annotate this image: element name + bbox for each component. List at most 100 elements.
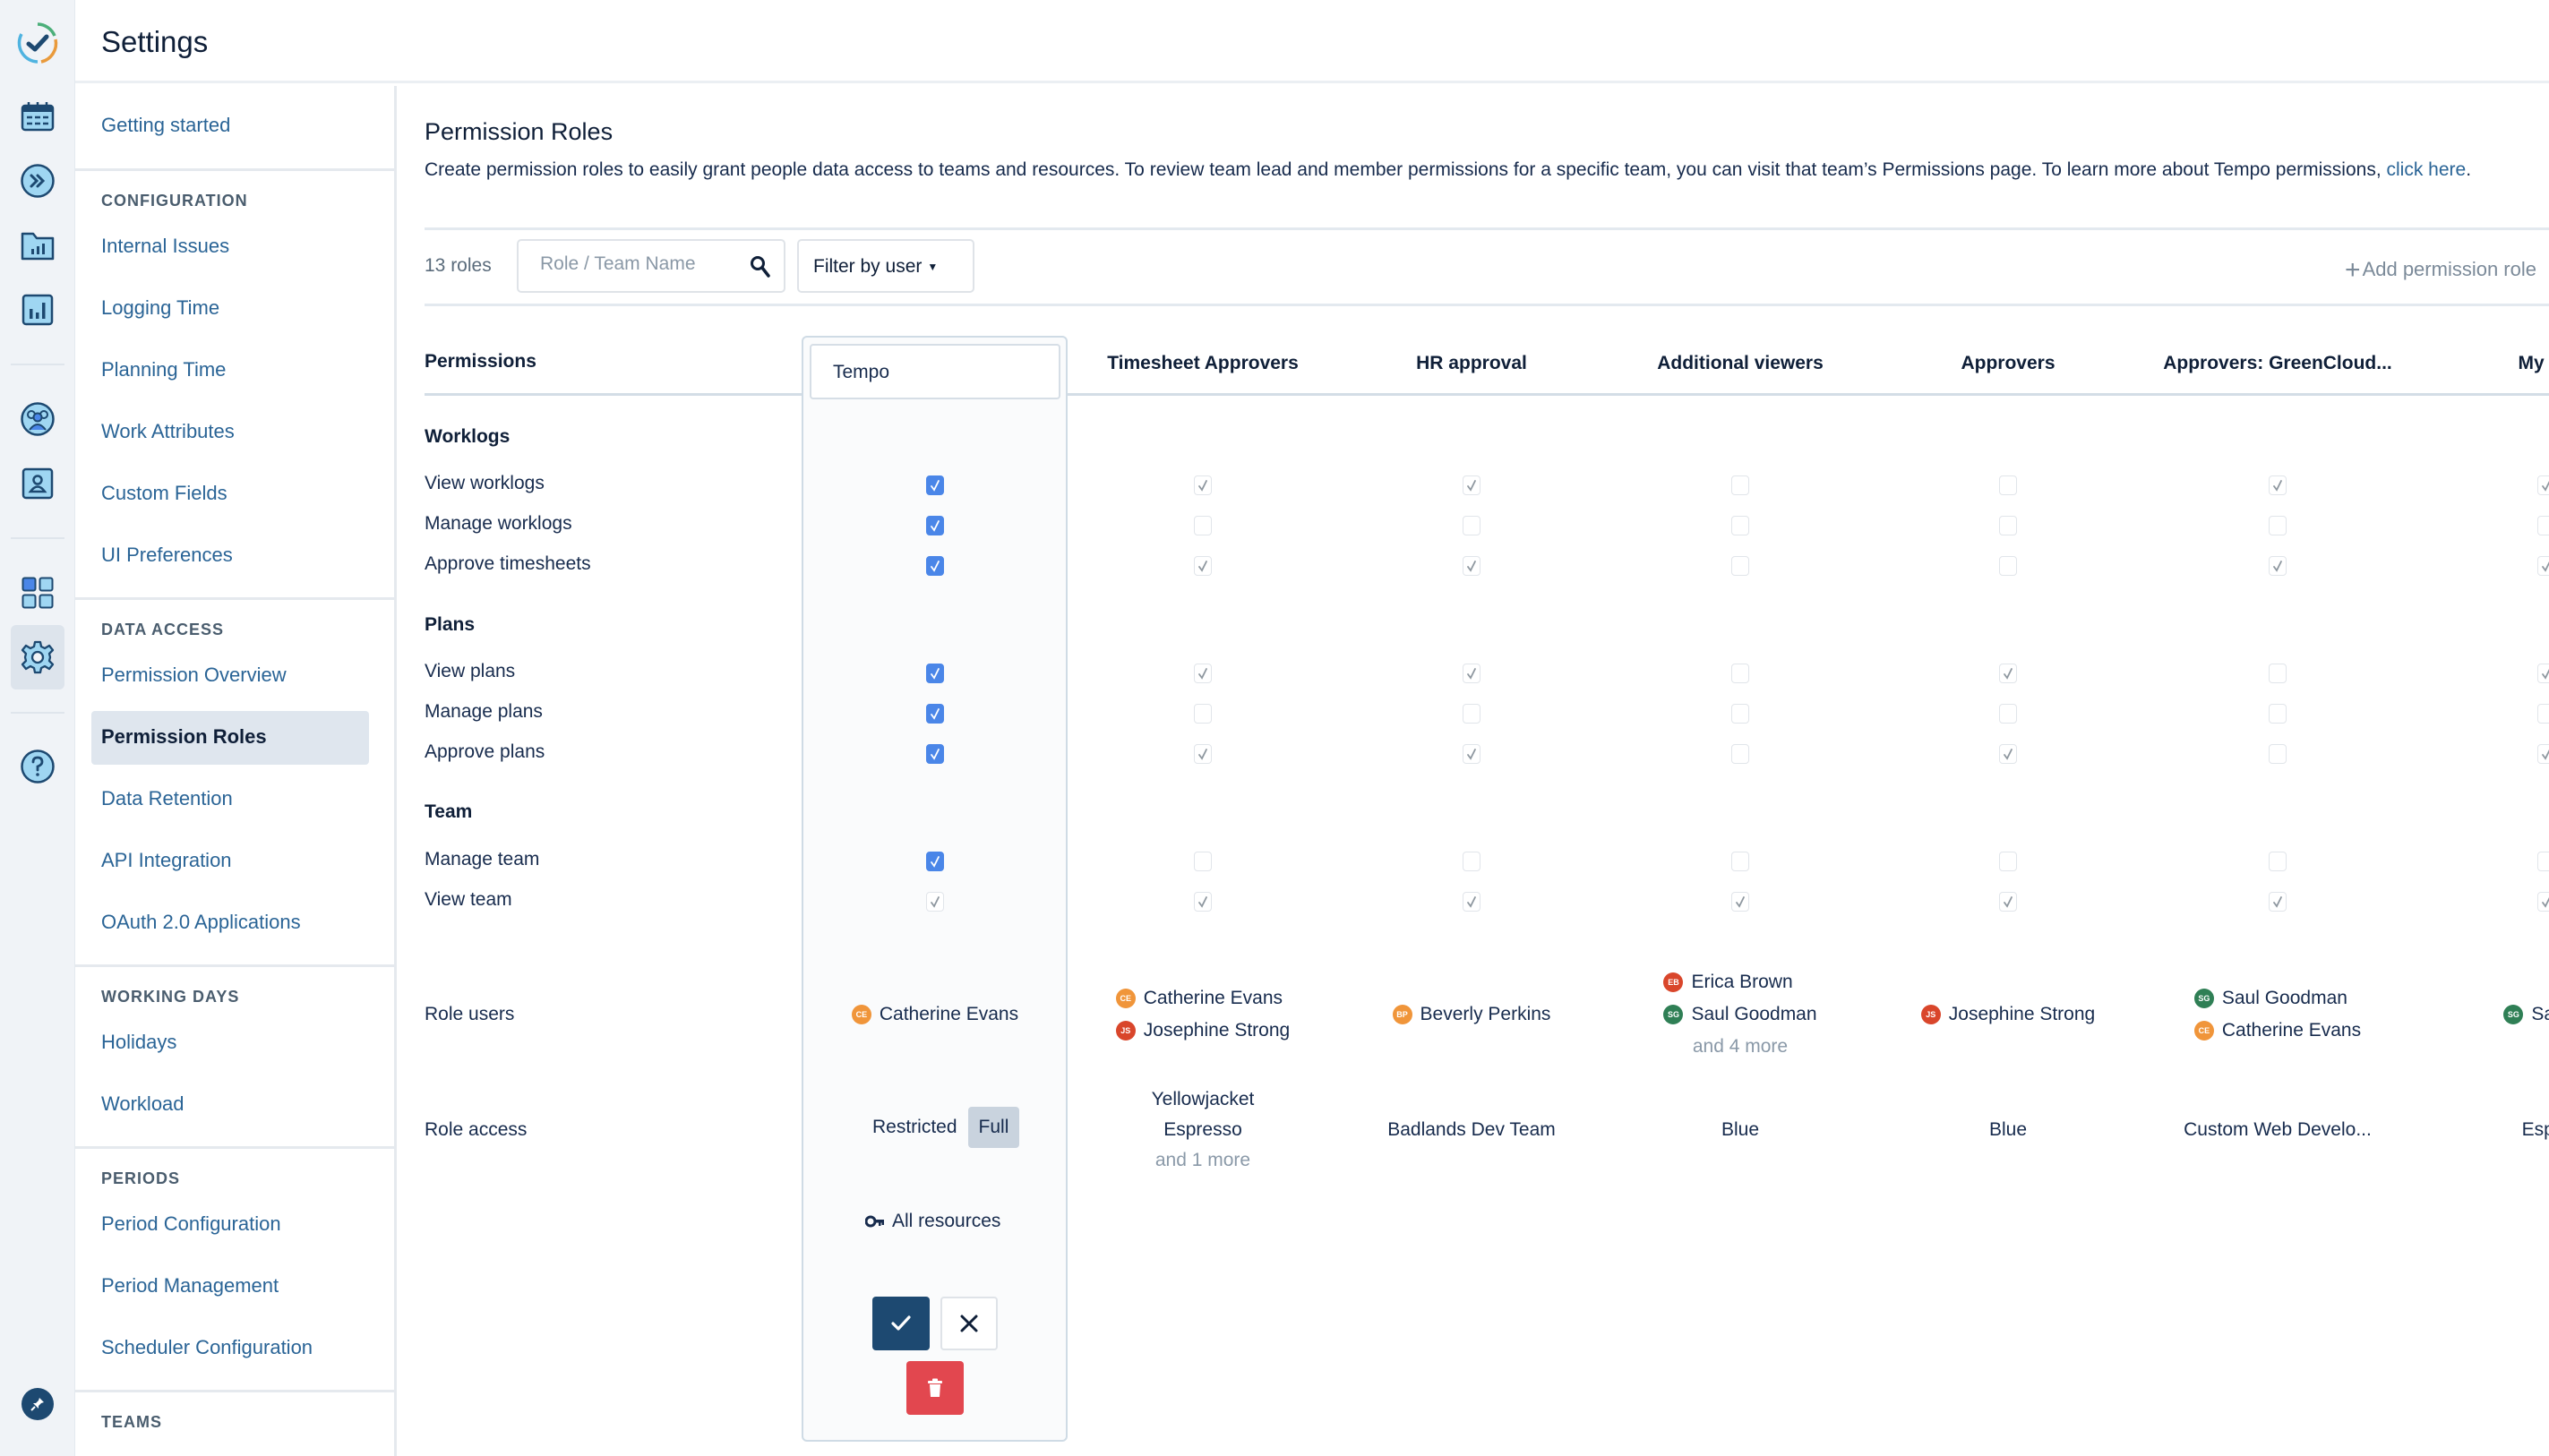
help-icon[interactable] bbox=[18, 747, 57, 786]
checkbox-unchecked bbox=[1999, 852, 2017, 871]
apps-grid-icon[interactable] bbox=[18, 573, 57, 612]
icon-rail bbox=[0, 0, 75, 1456]
checkbox-unchecked bbox=[1463, 516, 1480, 535]
sidebar-item-period-configuration[interactable]: Period Configuration bbox=[101, 1212, 281, 1236]
check-icon bbox=[931, 668, 940, 680]
checkbox-checked[interactable] bbox=[926, 852, 944, 871]
sidebar-item-holidays[interactable]: Holidays bbox=[101, 1031, 176, 1054]
tempo-logo-icon[interactable] bbox=[14, 20, 61, 66]
check-icon bbox=[2542, 561, 2549, 572]
learn-more-link[interactable]: click here bbox=[2387, 159, 2467, 180]
check-icon bbox=[1198, 480, 1207, 492]
sidebar-item-scheduler-configuration[interactable]: Scheduler Configuration bbox=[101, 1336, 313, 1359]
user-name: Catherine Evans bbox=[2221, 1020, 2362, 1041]
sidebar-item-permission-overview[interactable]: Permission Overview bbox=[101, 664, 287, 687]
cancel-edit-button[interactable] bbox=[940, 1297, 998, 1350]
calendar-icon[interactable] bbox=[18, 97, 57, 136]
avatar: SG bbox=[2503, 1005, 2524, 1024]
sidebar-item-planning-time[interactable]: Planning Time bbox=[101, 358, 226, 381]
checkbox-checked bbox=[1999, 892, 2017, 912]
role-user[interactable]: EB Erica Brown bbox=[1663, 966, 1816, 998]
checkbox-checked bbox=[2537, 475, 2549, 495]
role-users-label: Role users bbox=[425, 1004, 515, 1024]
filter-by-user-dropdown[interactable]: Filter by user ▼ bbox=[797, 239, 974, 293]
sidebar-item-ui-preferences[interactable]: UI Preferences bbox=[101, 544, 233, 567]
search-icon[interactable] bbox=[750, 255, 771, 283]
trash-icon bbox=[927, 1378, 943, 1398]
sidebar-divider bbox=[75, 1390, 394, 1392]
checkbox-checked[interactable] bbox=[926, 516, 944, 535]
check-icon bbox=[2542, 480, 2549, 492]
sidebar-item-internal-issues[interactable]: Internal Issues bbox=[101, 235, 229, 258]
add-permission-role-button[interactable]: +Add permission role bbox=[2345, 253, 2536, 285]
role-user[interactable]: CE Catherine Evans bbox=[851, 998, 1019, 1031]
all-resources[interactable]: All resources bbox=[865, 1211, 1000, 1232]
role-column-header[interactable]: HR approval bbox=[1342, 353, 1601, 374]
sidebar-item-workload[interactable]: Workload bbox=[101, 1092, 185, 1116]
access-option-restricted[interactable]: Restricted bbox=[862, 1107, 968, 1148]
role-name-input[interactable] bbox=[833, 362, 1039, 383]
sidebar-divider bbox=[75, 964, 394, 967]
all-resources-label: All resources bbox=[892, 1211, 1001, 1231]
sidebar-item-permission-roles[interactable]: Permission Roles bbox=[91, 711, 369, 765]
role-user[interactable]: SG Saul Goodman bbox=[1663, 998, 1817, 1031]
fast-forward-icon[interactable] bbox=[18, 161, 57, 201]
sidebar-item-api-integration[interactable]: API Integration bbox=[101, 849, 232, 872]
check-icon bbox=[931, 708, 940, 720]
checkbox-checked bbox=[1463, 475, 1480, 495]
save-role-button[interactable] bbox=[872, 1297, 930, 1350]
more-teams-link[interactable]: and 1 more bbox=[1073, 1145, 1333, 1176]
role-column-header[interactable]: My Nu bbox=[2416, 353, 2549, 374]
teams-icon[interactable] bbox=[18, 399, 57, 439]
user-card-icon[interactable] bbox=[18, 464, 57, 503]
role-user[interactable]: SG Saul G bbox=[2503, 998, 2549, 1031]
more-users-link[interactable]: and 4 more bbox=[1610, 1031, 1870, 1063]
avatar: CE bbox=[1115, 989, 1136, 1008]
checkbox-unchecked bbox=[1731, 744, 1749, 764]
role-users-cell: JS Josephine Strong bbox=[1878, 998, 2138, 1031]
checkbox-checked[interactable] bbox=[926, 744, 944, 764]
checkbox-checked bbox=[1463, 556, 1480, 576]
sidebar-item-oauth-applications[interactable]: OAuth 2.0 Applications bbox=[101, 911, 301, 934]
checkbox-checked[interactable] bbox=[926, 475, 944, 495]
check-icon bbox=[1467, 749, 1476, 760]
sidebar-item-period-management[interactable]: Period Management bbox=[101, 1274, 279, 1298]
checkbox-unchecked bbox=[2269, 664, 2287, 683]
role-column-header[interactable]: Additional viewers bbox=[1610, 353, 1870, 374]
delete-role-button[interactable] bbox=[906, 1361, 964, 1415]
sidebar-item-work-attributes[interactable]: Work Attributes bbox=[101, 420, 235, 443]
role-column-header[interactable]: Timesheet Approvers bbox=[1073, 353, 1333, 374]
checkbox-unchecked bbox=[1999, 475, 2017, 495]
user-name: Beverly Perkins bbox=[1420, 1004, 1551, 1024]
check-icon bbox=[931, 896, 940, 908]
role-user[interactable]: BP Beverly Perkins bbox=[1392, 998, 1551, 1031]
sidebar-item-custom-fields[interactable]: Custom Fields bbox=[101, 482, 227, 505]
role-user[interactable]: JS Josephine Strong bbox=[1115, 1015, 1290, 1047]
settings-gear-icon[interactable] bbox=[11, 625, 64, 689]
access-option-full[interactable]: Full bbox=[967, 1107, 1020, 1148]
bar-chart-icon[interactable] bbox=[18, 290, 57, 330]
role-user[interactable]: JS Josephine Strong bbox=[1920, 998, 2095, 1031]
role-user[interactable]: CE Catherine Evans bbox=[2193, 1015, 2362, 1047]
pin-icon[interactable] bbox=[21, 1388, 54, 1420]
sidebar-divider bbox=[75, 1146, 394, 1149]
role-user[interactable]: CE Catherine Evans bbox=[1115, 982, 1290, 1015]
check-icon bbox=[2542, 749, 2549, 760]
checkbox-unchecked bbox=[2537, 852, 2549, 871]
checkbox-unchecked bbox=[2269, 704, 2287, 724]
checkbox-checked[interactable] bbox=[926, 556, 944, 576]
sidebar-item-getting-started[interactable]: Getting started bbox=[101, 114, 230, 137]
role-search-box bbox=[517, 239, 785, 293]
checkbox-checked[interactable] bbox=[926, 664, 944, 683]
sidebar-section-configuration: CONFIGURATION bbox=[101, 192, 248, 210]
folder-chart-icon[interactable] bbox=[18, 227, 57, 266]
sidebar-item-logging-time[interactable]: Logging Time bbox=[101, 296, 219, 320]
role-name-field bbox=[810, 344, 1060, 399]
role-column-header[interactable]: Approvers bbox=[1878, 353, 2138, 374]
role-column-header[interactable]: Approvers: GreenCloud... bbox=[2148, 353, 2407, 374]
sidebar-item-data-retention[interactable]: Data Retention bbox=[101, 787, 233, 810]
role-user[interactable]: SG Saul Goodman bbox=[2193, 982, 2361, 1015]
user-name: Catherine Evans bbox=[879, 1004, 1019, 1024]
checkbox-checked[interactable] bbox=[926, 704, 944, 724]
role-search-input[interactable] bbox=[540, 253, 737, 275]
